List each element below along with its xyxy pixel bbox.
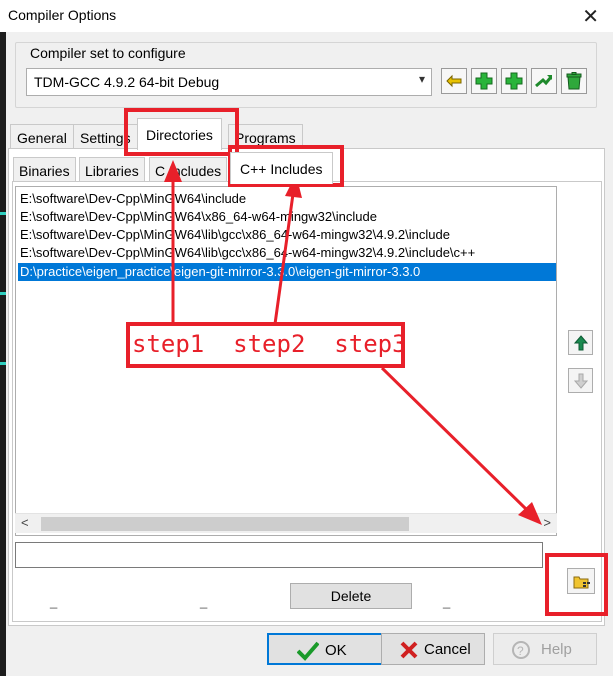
list-item[interactable]: E:\software\Dev-Cpp\MinGW64\x86_64-w64-m… bbox=[18, 208, 556, 226]
tab-libraries-label: Libraries bbox=[85, 163, 139, 179]
tab-programs-label: Programs bbox=[235, 130, 296, 146]
chevron-down-icon: ▾ bbox=[418, 72, 425, 86]
compiler-options-dialog: Compiler Options ✕ Compiler set to confi… bbox=[0, 0, 613, 676]
tab-binaries[interactable]: Binaries bbox=[13, 157, 76, 181]
tab-directories[interactable]: Directories bbox=[137, 118, 222, 150]
list-item[interactable]: E:\software\Dev-Cpp\MinGW64\lib\gcc\x86_… bbox=[18, 244, 556, 262]
cancel-button[interactable]: Cancel bbox=[381, 633, 485, 665]
add-button-placeholder: _ bbox=[200, 594, 208, 609]
arrow-down-icon bbox=[574, 373, 588, 389]
delete-invalid-placeholder: _ bbox=[443, 594, 451, 609]
svg-text:?: ? bbox=[517, 644, 524, 658]
horizontal-scrollbar[interactable]: < > bbox=[15, 513, 557, 533]
check-icon bbox=[297, 641, 319, 661]
directory-list[interactable]: E:\software\Dev-Cpp\MinGW64\include E:\s… bbox=[15, 186, 557, 536]
add-set-button[interactable] bbox=[471, 68, 497, 94]
ok-label: OK bbox=[325, 642, 347, 659]
annotation-steps-text: step1 step2 step3 bbox=[132, 330, 407, 358]
background-window-edge bbox=[0, 32, 6, 676]
tab-cpp-includes-label: C++ Includes bbox=[240, 161, 323, 177]
window-title: Compiler Options bbox=[8, 7, 117, 23]
help-label: Help bbox=[541, 641, 572, 658]
list-item-selected[interactable]: D:\practice\eigen_practice\eigen-git-mir… bbox=[18, 263, 556, 281]
close-icon[interactable]: ✕ bbox=[582, 4, 599, 29]
compiler-set-value: TDM-GCC 4.9.2 64-bit Debug bbox=[34, 74, 220, 90]
title-bar: Compiler Options ✕ bbox=[0, 0, 613, 32]
tab-binaries-label: Binaries bbox=[19, 163, 70, 179]
rename-set-button[interactable] bbox=[441, 68, 467, 94]
ok-button[interactable]: OK bbox=[267, 633, 384, 665]
delete-button[interactable]: Delete bbox=[290, 583, 412, 609]
question-icon: ? bbox=[512, 641, 530, 659]
arrow-up-icon bbox=[574, 335, 588, 351]
cancel-label: Cancel bbox=[424, 641, 471, 658]
tab-general[interactable]: General bbox=[10, 124, 74, 148]
move-down-button[interactable] bbox=[568, 368, 593, 393]
tab-directories-label: Directories bbox=[146, 127, 213, 143]
tab-cpp-includes[interactable]: C++ Includes bbox=[230, 152, 333, 184]
tab-settings[interactable]: Settings bbox=[73, 124, 138, 148]
compiler-set-dropdown[interactable]: TDM-GCC 4.9.2 64-bit Debug ▾ bbox=[26, 68, 432, 96]
add-from-folder-button[interactable] bbox=[501, 68, 527, 94]
delete-set-button[interactable] bbox=[561, 68, 587, 94]
tab-programs[interactable]: Programs bbox=[228, 124, 303, 148]
scrollbar-thumb[interactable] bbox=[41, 517, 409, 531]
tab-c-includes[interactable]: C Includes bbox=[149, 157, 228, 181]
rename-icon bbox=[446, 74, 462, 88]
tab-c-includes-label: C Includes bbox=[155, 163, 222, 179]
add-icon bbox=[475, 72, 493, 90]
tab-settings-label: Settings bbox=[80, 130, 131, 146]
browse-folder-button[interactable] bbox=[567, 568, 595, 594]
list-item[interactable]: E:\software\Dev-Cpp\MinGW64\include bbox=[18, 190, 556, 208]
delete-set-icon bbox=[566, 72, 582, 90]
find-icon bbox=[535, 75, 553, 88]
x-icon bbox=[400, 641, 418, 659]
compiler-set-label: Compiler set to configure bbox=[28, 45, 188, 61]
scroll-left-icon[interactable]: < bbox=[21, 515, 29, 530]
move-up-button[interactable] bbox=[568, 330, 593, 355]
directory-path-input[interactable] bbox=[15, 542, 543, 568]
tab-libraries[interactable]: Libraries bbox=[79, 157, 145, 181]
find-compiler-button[interactable] bbox=[531, 68, 557, 94]
list-item[interactable]: E:\software\Dev-Cpp\MinGW64\lib\gcc\x86_… bbox=[18, 226, 556, 244]
help-button[interactable]: ? Help bbox=[493, 633, 597, 665]
scroll-right-icon[interactable]: > bbox=[543, 515, 551, 530]
tab-general-label: General bbox=[17, 130, 67, 146]
folder-browse-icon bbox=[573, 576, 590, 589]
replace-button-placeholder: _ bbox=[50, 594, 58, 609]
add-from-folder-icon bbox=[505, 72, 523, 90]
